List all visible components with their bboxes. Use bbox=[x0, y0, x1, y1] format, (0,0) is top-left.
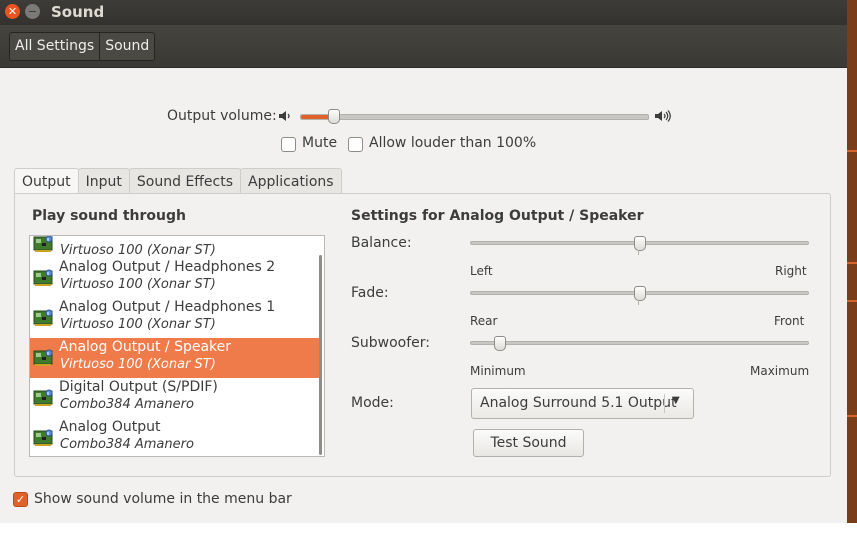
fade-label: Fade: bbox=[351, 285, 389, 301]
fade-center-tick bbox=[638, 300, 639, 305]
titlebar: ✕ − Sound bbox=[0, 0, 847, 25]
fade-min-label: Rear bbox=[470, 314, 498, 328]
sound-card-icon bbox=[33, 308, 55, 328]
subwoofer-min-label: Minimum bbox=[470, 364, 526, 378]
fade-slider[interactable] bbox=[470, 286, 809, 301]
mode-separator bbox=[664, 394, 665, 413]
subwoofer-label: Subwoofer: bbox=[351, 335, 430, 351]
device-card: Virtuoso 100 (Xonar ST) bbox=[60, 277, 216, 292]
list-item[interactable]: Digital Output (S/PDIF) Combo384 Amanero bbox=[30, 378, 320, 418]
device-name: Analog Output bbox=[59, 419, 161, 435]
allow-louder-label: Allow louder than 100% bbox=[369, 135, 537, 151]
mute-checkbox[interactable] bbox=[281, 137, 296, 152]
test-sound-button[interactable]: Test Sound bbox=[473, 429, 584, 457]
output-volume-label: Output volume: bbox=[167, 108, 277, 124]
list-item-selected[interactable]: Analog Output / Speaker Virtuoso 100 (Xo… bbox=[30, 338, 320, 378]
menu-bar-checkbox[interactable]: ✓ bbox=[13, 492, 28, 507]
toolbar: All Settings Sound bbox=[0, 25, 847, 68]
device-card: Combo384 Amanero bbox=[60, 397, 194, 412]
fade-max-label: Front bbox=[774, 314, 805, 328]
device-card: Virtuoso 100 (Xonar ST) bbox=[60, 243, 216, 258]
fade-handle[interactable] bbox=[634, 286, 646, 301]
device-list[interactable]: Virtuoso 100 (Xonar ST) Analog Output / … bbox=[29, 235, 325, 457]
speaker-low-icon bbox=[279, 111, 290, 121]
balance-slider[interactable] bbox=[470, 236, 809, 251]
tab-sound-effects[interactable]: Sound Effects bbox=[128, 168, 242, 194]
sound-card-icon bbox=[33, 388, 55, 408]
sound-card-icon bbox=[33, 236, 55, 254]
device-card: Combo384 Amanero bbox=[60, 437, 194, 452]
output-volume-slider[interactable] bbox=[300, 109, 649, 124]
allow-louder-checkbox[interactable] bbox=[348, 137, 363, 152]
device-name: Digital Output (S/PDIF) bbox=[59, 379, 218, 395]
output-volume-handle[interactable] bbox=[328, 109, 340, 124]
device-card: Virtuoso 100 (Xonar ST) bbox=[60, 357, 216, 372]
mode-value: Analog Surround 5.1 Output bbox=[480, 395, 677, 411]
balance-max-label: Right bbox=[775, 264, 807, 278]
device-name: Analog Output / Speaker bbox=[59, 339, 232, 355]
sound-card-icon bbox=[33, 268, 55, 288]
tab-input[interactable]: Input bbox=[77, 168, 130, 194]
subwoofer-max-label: Maximum bbox=[750, 364, 810, 378]
desktop-background bbox=[847, 0, 857, 523]
mute-label: Mute bbox=[302, 135, 338, 151]
balance-handle[interactable] bbox=[634, 236, 646, 251]
device-name: Analog Output / Headphones 2 bbox=[59, 259, 276, 275]
tab-bar: Output Input Sound Effects Applications bbox=[14, 168, 342, 196]
sound-card-icon bbox=[33, 348, 55, 368]
mode-select[interactable]: Analog Surround 5.1 Output ▼ bbox=[471, 388, 694, 419]
settings-heading: Settings for Analog Output / Speaker bbox=[351, 208, 644, 224]
dropdown-arrow-icon: ▼ bbox=[672, 395, 680, 406]
close-icon[interactable]: ✕ bbox=[5, 4, 20, 19]
subwoofer-slider[interactable] bbox=[470, 336, 809, 351]
tab-applications[interactable]: Applications bbox=[240, 168, 342, 194]
breadcrumb-all-settings[interactable]: All Settings bbox=[10, 33, 99, 60]
balance-label: Balance: bbox=[351, 235, 412, 251]
window-title: Sound bbox=[51, 3, 105, 21]
breadcrumb: All Settings Sound bbox=[9, 32, 156, 61]
list-item[interactable]: Analog Output / Headphones 2 Virtuoso 10… bbox=[30, 258, 320, 298]
sound-settings-window: ✕ − Sound All Settings Sound Output volu… bbox=[0, 0, 847, 523]
device-list-scrollbar[interactable] bbox=[319, 255, 322, 455]
balance-min-label: Left bbox=[470, 264, 493, 278]
tab-output[interactable]: Output bbox=[14, 168, 79, 196]
sound-card-icon bbox=[33, 428, 55, 448]
minimize-icon[interactable]: − bbox=[25, 4, 40, 19]
play-sound-through-heading: Play sound through bbox=[32, 208, 186, 224]
output-volume-fill bbox=[301, 115, 329, 119]
subwoofer-handle[interactable] bbox=[494, 336, 506, 351]
device-card: Virtuoso 100 (Xonar ST) bbox=[60, 317, 216, 332]
device-name: Analog Output / Headphones 1 bbox=[59, 299, 276, 315]
balance-center-tick bbox=[638, 250, 639, 255]
speaker-high-icon bbox=[655, 110, 671, 122]
breadcrumb-sound[interactable]: Sound bbox=[99, 33, 154, 60]
mode-label: Mode: bbox=[351, 395, 394, 411]
menu-bar-label: Show sound volume in the menu bar bbox=[34, 491, 292, 507]
list-item[interactable]: Analog Output Combo384 Amanero bbox=[30, 418, 320, 456]
list-item[interactable]: Analog Output / Headphones 1 Virtuoso 10… bbox=[30, 298, 320, 338]
